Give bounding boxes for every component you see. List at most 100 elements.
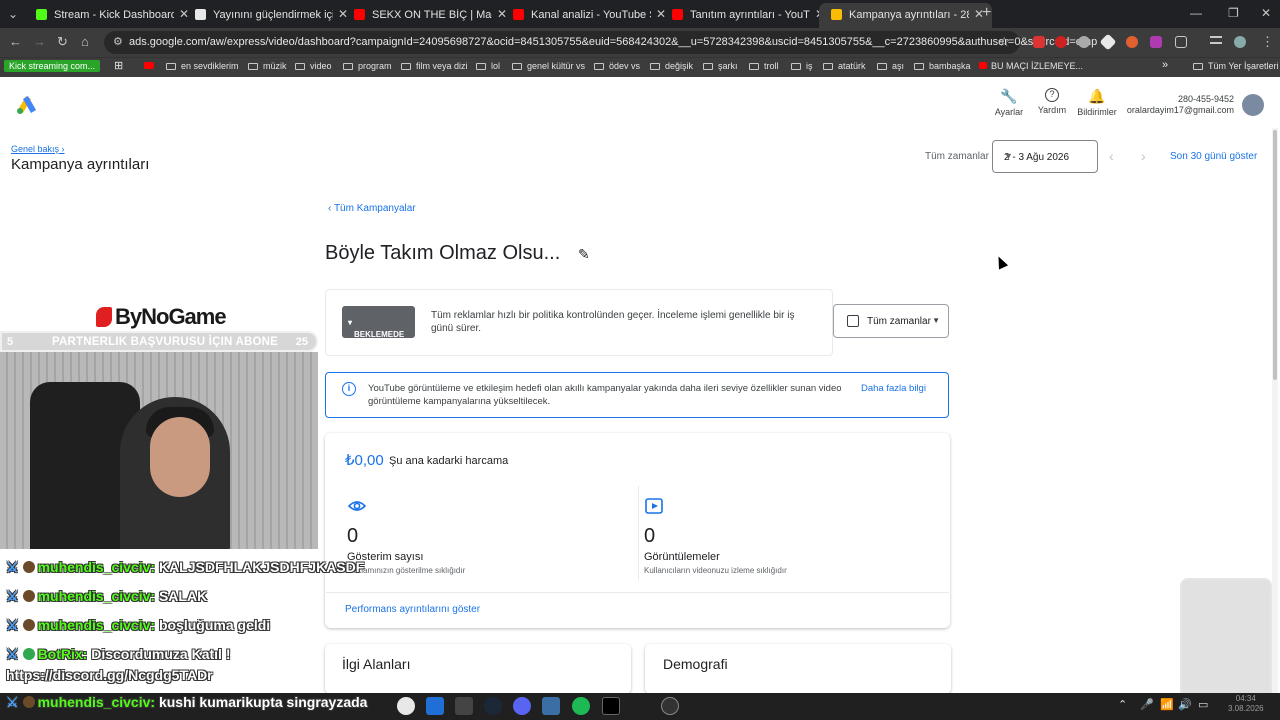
edit-pencil-icon[interactable]: ✎ — [578, 246, 590, 263]
interests-title: İlgi Alanları — [342, 656, 411, 672]
site-info-icon[interactable]: ⚙ — [113, 35, 123, 48]
profile-avatar-icon[interactable] — [1234, 36, 1246, 48]
chat-message: ⚔ muhendis_civciv: boşluğuma geldi — [6, 617, 271, 633]
app-icon[interactable] — [542, 697, 560, 715]
youtube-studio-favicon-icon — [672, 9, 683, 20]
kick-favicon-icon — [36, 9, 47, 20]
tray-chevron-icon[interactable]: ⌃ — [1118, 698, 1127, 711]
chevron-right-icon[interactable]: › — [1141, 148, 1146, 164]
breadcrumb[interactable]: Genel bakış › — [11, 144, 65, 154]
volume-icon[interactable]: 🔊 — [1178, 698, 1192, 711]
status-dropdown-button[interactable]: BEKLEMEDE ▾ — [342, 306, 415, 339]
clock[interactable]: 04:34 3.08.2026 — [1228, 694, 1264, 714]
discord-icon[interactable] — [513, 697, 531, 715]
url-text[interactable]: ads.google.com/aw/express/video/dashboar… — [129, 36, 1097, 48]
extension-icon[interactable] — [1150, 36, 1162, 48]
tab-kanal-analizi[interactable]: Kanal analizi - YouTube Studio ✕ — [501, 3, 674, 28]
learn-more-link[interactable]: Daha fazla bilgi — [861, 383, 926, 394]
steam-icon[interactable] — [484, 697, 502, 715]
extensions-puzzle-icon[interactable] — [1175, 36, 1187, 48]
reading-list-icon[interactable] — [1210, 36, 1222, 44]
bookmark-kick[interactable]: Kick streaming com... — [4, 60, 101, 72]
views-description: Kullanıcıların videonuzu izleme sıklığıd… — [644, 566, 787, 575]
webcam-feed — [0, 352, 318, 549]
water-glass — [1180, 578, 1272, 710]
demographics-title: Demografi — [663, 656, 728, 672]
apps-grid-icon[interactable]: ⊞ — [114, 59, 123, 72]
sword-badge-icon: ⚔ — [6, 559, 19, 575]
account-info[interactable]: 280-455-9452 oralardayim17@gmail.com — [1127, 94, 1234, 116]
help-button[interactable]: ? Yardım — [1032, 88, 1072, 115]
bookmark-star-icon[interactable]: ☆ — [998, 34, 1010, 50]
all-bookmarks-folder[interactable]: Tüm Yer İşaretleri — [1193, 61, 1279, 71]
last-30-days-link[interactable]: Son 30 günü göster — [1170, 151, 1257, 162]
tab-search-icon[interactable]: ⌄ — [4, 5, 22, 23]
bookmark-folder[interactable]: troll — [749, 61, 779, 71]
bookmark-folder[interactable]: en sevdiklerim — [166, 61, 239, 71]
forward-icon[interactable]: → — [33, 34, 46, 49]
show-performance-details-link[interactable]: Performans ayrıntılarını göster — [345, 604, 480, 615]
minimize-icon[interactable]: — — [1190, 6, 1202, 20]
bookmarks-bar: Kick streaming com... ⊞ en sevdiklerim m… — [0, 57, 1280, 77]
caret-down-icon: ▼ — [932, 316, 940, 325]
scrollbar-thumb[interactable] — [1273, 130, 1277, 380]
extension-icon[interactable] — [1055, 36, 1067, 48]
tab-tanitim-ayrintilari[interactable]: Tanıtım ayrıntıları - YouTube Stu ✕ — [660, 3, 833, 28]
extension-icon[interactable] — [1099, 33, 1117, 51]
bookmark-folder[interactable]: bambaşka — [914, 61, 971, 71]
bookmark-folder[interactable]: program — [343, 61, 392, 71]
tab-kampanya-ayrintilari[interactable]: Kampanya ayrıntıları - 280-455- ✕ — [819, 3, 992, 28]
calculator-icon[interactable] — [426, 697, 444, 715]
extension-icon[interactable] — [1078, 36, 1090, 48]
bot-avatar — [22, 648, 35, 660]
bookmark-folder[interactable]: film veya dizi — [401, 61, 468, 71]
close-window-icon[interactable]: ✕ — [1261, 6, 1271, 20]
bookmark-folder[interactable]: ödev vs — [594, 61, 640, 71]
all-campaigns-link[interactable]: ‹ Tüm Kampanyalar — [328, 203, 416, 214]
bookmark-folder[interactable]: aşı — [877, 61, 904, 71]
youtube-favicon-icon — [354, 9, 365, 20]
more-bookmarks-icon[interactable]: » — [1162, 59, 1168, 71]
extension-icon[interactable] — [1126, 36, 1138, 48]
chat-message: ⚔ muhendis_civciv: SALAK — [6, 588, 208, 604]
settings-button[interactable]: 🔧 Ayarlar — [989, 88, 1029, 117]
bookmark-youtube-icon[interactable] — [144, 61, 154, 71]
bookmark-link[interactable]: BU MAÇI İZLEMEYE... — [979, 61, 1083, 71]
sword-badge-icon: ⚔ — [6, 694, 19, 710]
bookmark-folder[interactable]: lol — [476, 61, 500, 71]
tab-guclendir[interactable]: Yayınını güçlendirmek için en iyi ✕ — [183, 3, 356, 28]
new-tab-icon[interactable]: + — [982, 4, 991, 22]
notifications-button[interactable]: 🔔 Bildirimler — [1077, 88, 1117, 117]
bookmark-folder[interactable]: atatürk — [823, 61, 866, 71]
spotify-icon[interactable] — [572, 697, 590, 715]
bookmark-folder[interactable]: genel kültür vs — [512, 61, 585, 71]
battery-icon[interactable]: ▭ — [1198, 698, 1208, 711]
wifi-icon[interactable]: 📶 — [1160, 698, 1174, 711]
app-icon[interactable] — [455, 697, 473, 715]
maximize-icon[interactable]: ❐ — [1228, 6, 1239, 20]
tab-youtube-video[interactable]: SEKX ON THE BİÇ | Madara Oldu ✕ — [342, 3, 515, 28]
home-icon[interactable]: ⌂ — [81, 34, 89, 49]
back-icon[interactable]: ← — [9, 34, 22, 49]
browser-tab-bar: ⌄ Stream - Kick Dashboard ✕ Yayınını güç… — [0, 0, 1280, 28]
chrome-icon[interactable] — [397, 697, 415, 715]
omnibox[interactable]: ⚙ ads.google.com/aw/express/video/dashbo… — [104, 31, 1097, 54]
account-avatar[interactable] — [1242, 94, 1264, 116]
divider — [638, 486, 639, 580]
google-ads-logo-icon[interactable] — [16, 94, 38, 114]
bookmark-folder[interactable]: video — [295, 61, 332, 71]
extension-icon[interactable] — [1033, 36, 1045, 48]
time-filter-button[interactable]: Tüm zamanlar ▼ — [833, 304, 949, 338]
bookmark-folder[interactable]: değişik — [650, 61, 693, 71]
date-range-select[interactable]: 2 - 3 Ağu 2026 ▼ — [992, 140, 1098, 173]
chevron-left-icon[interactable]: ‹ — [1109, 148, 1114, 164]
microphone-icon[interactable]: 🎤 — [1140, 698, 1154, 711]
bookmark-folder[interactable]: iş — [791, 61, 813, 71]
tab-kick-dashboard[interactable]: Stream - Kick Dashboard ✕ — [24, 3, 197, 28]
menu-kebab-icon[interactable]: ⋮ — [1261, 34, 1274, 50]
reload-icon[interactable]: ↻ — [57, 34, 68, 50]
bookmark-folder[interactable]: müzik — [248, 61, 287, 71]
bookmark-folder[interactable]: şarkı — [703, 61, 738, 71]
x-icon[interactable] — [602, 697, 620, 715]
obs-icon[interactable] — [661, 697, 679, 715]
